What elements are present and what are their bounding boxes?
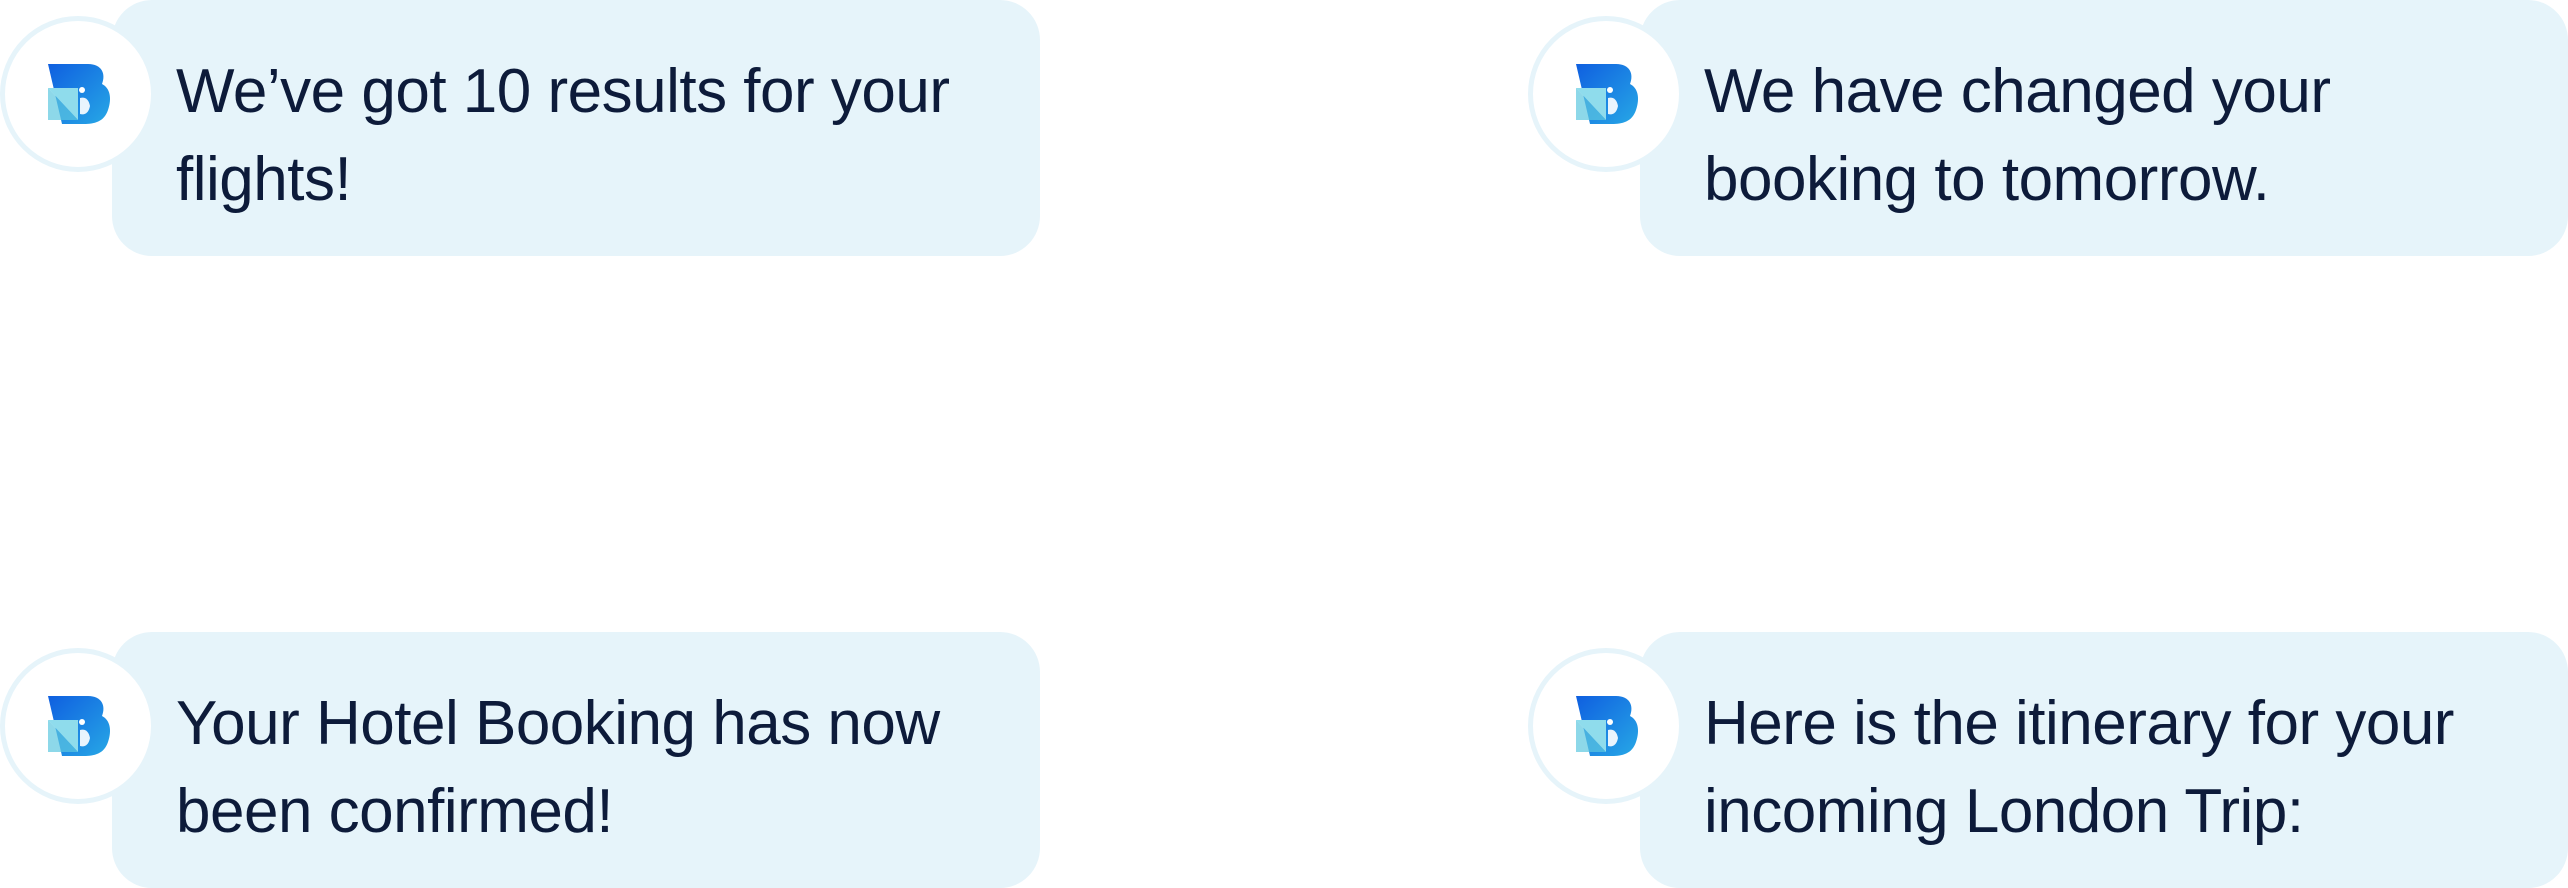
brand-logo-b-icon xyxy=(48,696,110,756)
message-text: Your Hotel Booking has now been confirme… xyxy=(176,689,940,846)
bot-avatar xyxy=(0,648,156,804)
brand-logo-b-icon xyxy=(1576,696,1638,756)
message-text: We have changed your booking to tomorrow… xyxy=(1704,57,2331,214)
chat-message: We’ve got 10 results for your flights! xyxy=(0,0,1040,256)
brand-logo-b-icon xyxy=(48,64,110,124)
bot-avatar xyxy=(1528,648,1684,804)
chat-message: We have changed your booking to tomorrow… xyxy=(1528,0,2568,256)
chat-message: Here is the itinerary for your incoming … xyxy=(1528,632,2568,888)
brand-logo-b-icon xyxy=(1576,64,1638,124)
message-text: We’ve got 10 results for your flights! xyxy=(176,57,950,214)
bot-avatar xyxy=(1528,16,1684,172)
message-bubble: We’ve got 10 results for your flights! xyxy=(112,0,1040,256)
bot-avatar xyxy=(0,16,156,172)
chat-message: Your Hotel Booking has now been confirme… xyxy=(0,632,1040,888)
message-bubble: We have changed your booking to tomorrow… xyxy=(1640,0,2568,256)
message-bubble: Here is the itinerary for your incoming … xyxy=(1640,632,2568,888)
message-text: Here is the itinerary for your incoming … xyxy=(1704,689,2454,846)
message-bubble: Your Hotel Booking has now been confirme… xyxy=(112,632,1040,888)
